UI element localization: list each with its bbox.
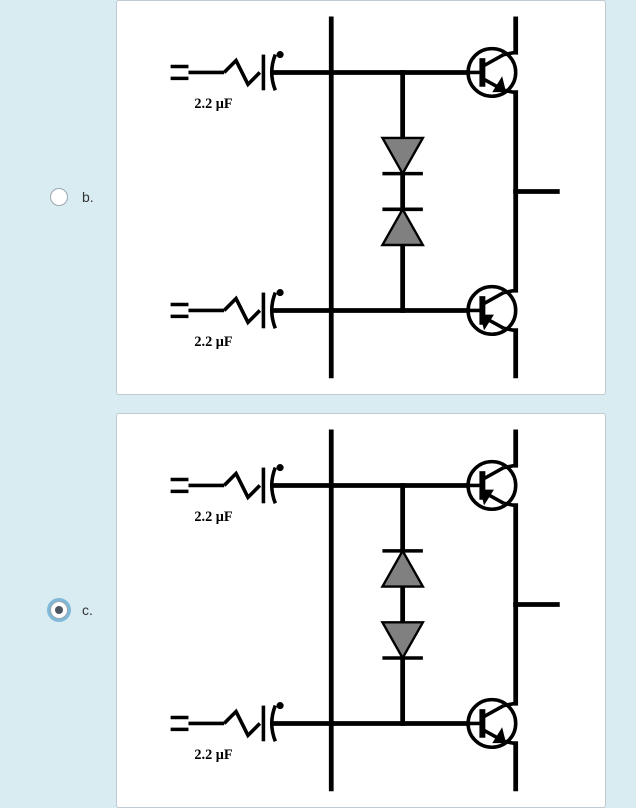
radio-b[interactable] bbox=[50, 188, 68, 206]
diode-top-b bbox=[382, 138, 422, 174]
cap-label-c-2: 2.2 μF bbox=[194, 747, 232, 763]
transistor-top-c bbox=[468, 461, 516, 509]
diode-top-c bbox=[382, 551, 422, 587]
option-c[interactable]: c. 2.2 μF 2.2 μF bbox=[50, 413, 606, 808]
circuit-diagram-c: 2.2 μF 2.2 μF bbox=[123, 420, 599, 801]
option-b-label: b. bbox=[82, 189, 106, 205]
option-c-label: c. bbox=[82, 602, 106, 618]
diode-bottom-c bbox=[382, 622, 422, 658]
cap-label-c-1: 2.2 μF bbox=[194, 509, 232, 525]
transistor-bottom-b bbox=[468, 287, 516, 335]
radio-c[interactable] bbox=[50, 601, 68, 619]
circuit-panel-c: 2.2 μF 2.2 μF bbox=[116, 413, 606, 808]
circuit-panel-b: 2.2 μF 2.2 μF bbox=[116, 0, 606, 395]
circuit-diagram-b: 2.2 μF 2.2 μF bbox=[123, 7, 599, 388]
diode-bottom-b bbox=[382, 209, 422, 245]
cap-label-b-1: 2.2 μF bbox=[194, 96, 232, 112]
transistor-bottom-c bbox=[468, 699, 516, 747]
option-b[interactable]: b. 2.2 μF 2.2 μF bbox=[50, 0, 606, 395]
transistor-top-b bbox=[468, 49, 516, 97]
cap-label-b-2: 2.2 μF bbox=[194, 334, 232, 350]
